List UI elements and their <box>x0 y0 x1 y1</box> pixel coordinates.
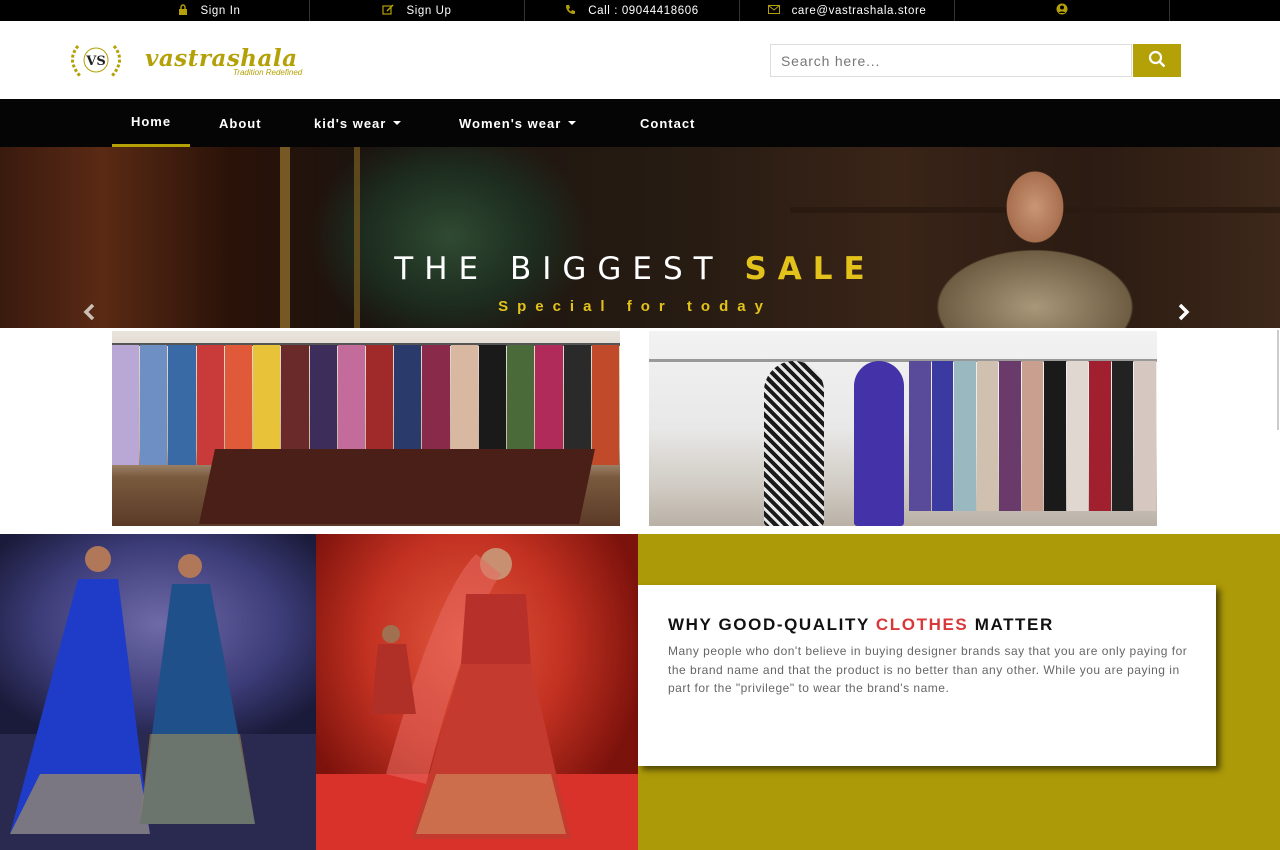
sign-in-label: Sign In <box>200 4 241 17</box>
hero-subtitle: Special for today <box>498 298 772 315</box>
call-label: Call : 09044418606 <box>588 4 699 17</box>
hero-title-prefix: THE BIGGEST <box>394 251 724 287</box>
email-link[interactable]: care@vastrashala.store <box>740 0 955 21</box>
nav-womens-wear[interactable]: Women's wear <box>459 99 577 147</box>
email-label: care@vastrashala.store <box>791 4 927 17</box>
lock-icon <box>178 3 188 18</box>
sign-up-label: Sign Up <box>406 4 452 17</box>
display-table <box>199 449 595 524</box>
site-header: VS vastrashala Tradition Redefined <box>0 21 1280 99</box>
search-input[interactable] <box>770 44 1132 77</box>
clothes-rack <box>112 345 620 465</box>
search-icon <box>1148 50 1166 71</box>
logo-initials: VS <box>85 54 105 69</box>
user-icon <box>1056 3 1068 18</box>
nav-contact[interactable]: Contact <box>640 99 695 147</box>
nav-womens-wear-label: Women's wear <box>459 115 562 131</box>
nav-home-label: Home <box>130 114 172 129</box>
top-bar: Sign In Sign Up Call : 09044418606 care@… <box>0 0 1280 21</box>
promo-title-accent: CLOTHES <box>875 615 969 634</box>
promo-title-suffix: MATTER <box>974 615 1054 634</box>
logo-emblem[interactable]: VS <box>64 40 128 80</box>
search-button[interactable] <box>1133 44 1181 77</box>
mannequin-dress <box>764 361 824 526</box>
phone-icon <box>565 4 576 18</box>
envelope-icon <box>767 4 780 17</box>
account-menu[interactable] <box>955 0 1170 21</box>
nav-about-label: About <box>219 115 262 131</box>
sign-in-link[interactable]: Sign In <box>110 0 310 21</box>
main-nav: Home About kid's wear Women's wear Conta… <box>0 99 1280 147</box>
store-image-mannequins <box>649 331 1157 526</box>
chevron-right-icon[interactable] <box>1177 301 1191 327</box>
clothes-rack <box>909 361 1157 511</box>
bridal-lehenga-image <box>316 534 638 850</box>
sign-up-link[interactable]: Sign Up <box>310 0 525 21</box>
promo-title: WHY GOOD-QUALITY CLOTHES MATTER <box>668 615 1054 635</box>
hero-title-highlight: SALE <box>744 251 876 287</box>
caret-down-icon <box>393 121 402 125</box>
brand-tagline: Tradition Redefined <box>233 68 303 77</box>
call-info[interactable]: Call : 09044418606 <box>525 0 740 21</box>
mannequin-dress <box>854 361 904 526</box>
nav-kids-wear[interactable]: kid's wear <box>314 99 402 147</box>
scroll-indicator <box>1277 330 1279 430</box>
nav-contact-label: Contact <box>640 115 696 131</box>
hero-banner: THE BIGGEST SALE Special for today <box>0 147 1280 328</box>
nav-home[interactable]: Home <box>112 99 190 147</box>
fashion-show-image <box>0 534 316 850</box>
caret-down-icon <box>568 121 577 125</box>
chevron-left-icon[interactable] <box>82 301 96 327</box>
promo-body: Many people who don't believe in buying … <box>668 644 1188 695</box>
promo-card: WHY GOOD-QUALITY CLOTHES MATTER Many peo… <box>638 585 1216 766</box>
promo-title-prefix: WHY GOOD-QUALITY <box>668 615 870 634</box>
store-image-racks <box>112 331 620 526</box>
nav-about[interactable]: About <box>219 99 262 147</box>
edit-icon <box>382 3 394 18</box>
nav-kids-wear-label: kid's wear <box>314 115 387 131</box>
hero-title: THE BIGGEST SALE <box>0 251 1270 287</box>
